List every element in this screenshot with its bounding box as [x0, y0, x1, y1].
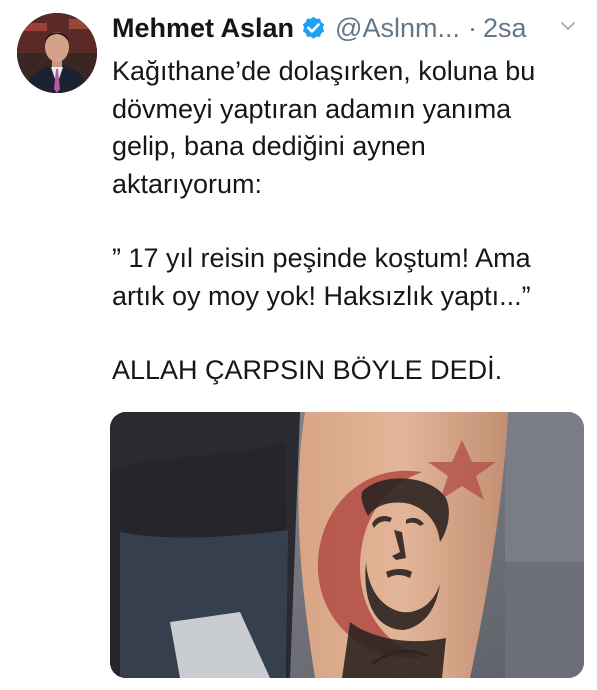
closing-line: ALLAH ÇARPSIN BÖYLE DEDİ.: [112, 355, 503, 385]
author-handle[interactable]: @Aslnm...: [335, 13, 460, 44]
tweet-line: dövmeyi yaptıran adamın yanıma: [112, 93, 512, 124]
avatar-photo: [17, 13, 97, 93]
author-name[interactable]: Mehmet Aslan: [112, 13, 294, 44]
quote-line: artık oy moy yok! Haksızlık yaptı...”: [112, 280, 531, 311]
avatar[interactable]: [17, 13, 97, 93]
tattoo-photo: [110, 412, 584, 678]
separator-dot: ·: [467, 12, 477, 43]
chevron-down-icon[interactable]: [557, 15, 579, 37]
tweet-card[interactable]: Mehmet Aslan @Aslnm... · 2sa Kağıthane’d…: [0, 0, 597, 690]
tweet-line: gelip, bana dediğini aynen: [112, 131, 426, 161]
tweet-text: Kağıthane’de dolaşırken, koluna bu dövme…: [112, 53, 582, 390]
tweet-line: aktarıyorum:: [112, 168, 263, 199]
verified-badge-icon: [300, 15, 327, 42]
tweet-timestamp[interactable]: 2sa: [483, 13, 527, 44]
tweet-media-image[interactable]: [110, 412, 584, 678]
tweet-line: Kağıthane’de dolaşırken, koluna bu: [112, 56, 536, 86]
quote-line: ” 17 yıl reisin peşinde koştum! Ama: [112, 243, 531, 273]
tweet-header: Mehmet Aslan @Aslnm... · 2sa: [112, 9, 579, 47]
